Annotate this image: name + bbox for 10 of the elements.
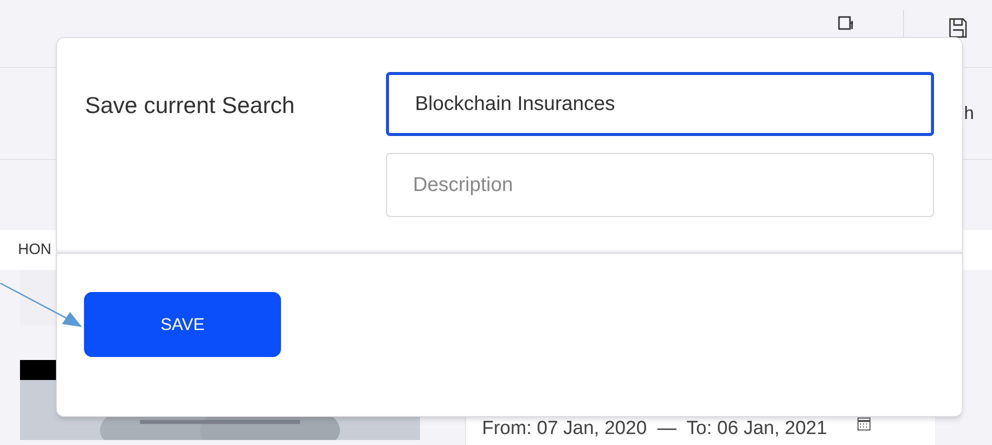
name-field[interactable]: Blockchain Insurances: [386, 72, 934, 136]
calendar-icon[interactable]: [857, 417, 872, 431]
save-button[interactable]: SAVE: [84, 292, 281, 357]
description-field[interactable]: Description: [386, 153, 934, 217]
save-icon[interactable]: [949, 18, 967, 38]
date-range: From: 07 Jan, 2020 — To: 06 Jan, 2021: [482, 416, 828, 440]
crop-icon[interactable]: [837, 15, 855, 31]
partial-label: HON: [18, 240, 52, 260]
partial-label: h: [964, 102, 974, 125]
dialog-title: Save current Search: [85, 91, 296, 120]
